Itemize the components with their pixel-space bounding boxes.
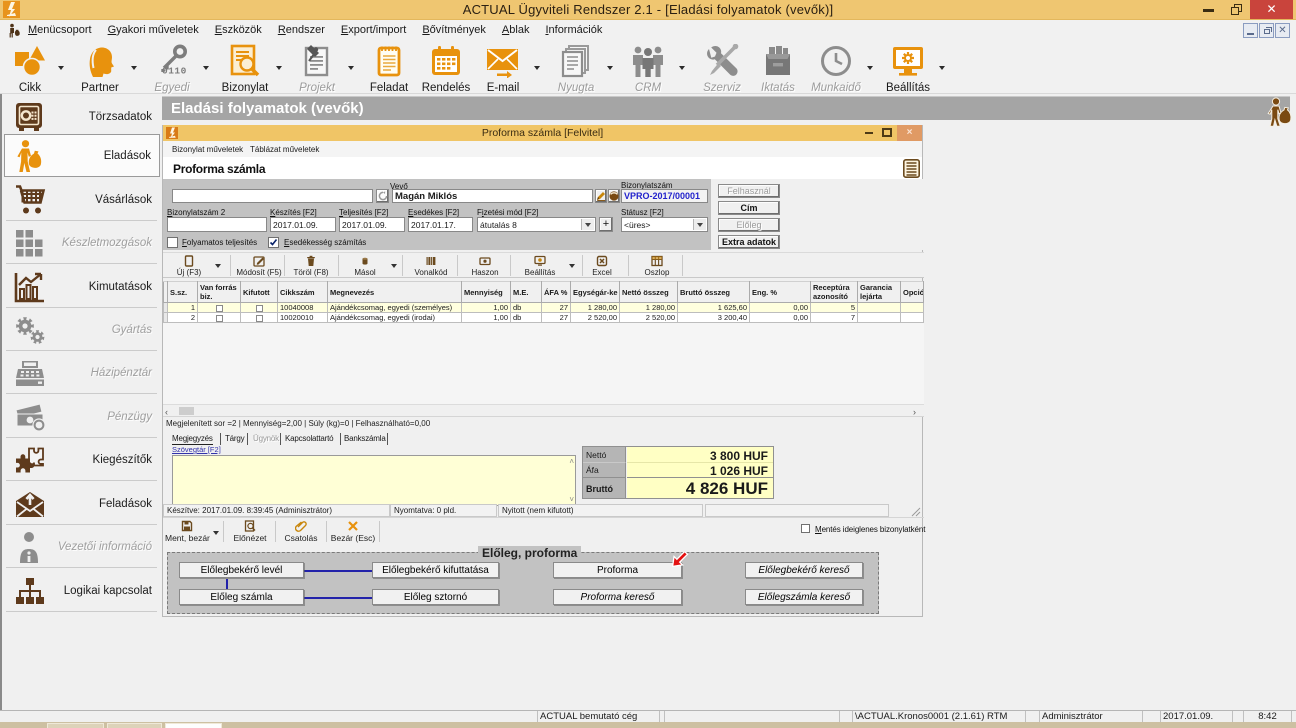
- svg-text:0110: 0110: [162, 66, 187, 77]
